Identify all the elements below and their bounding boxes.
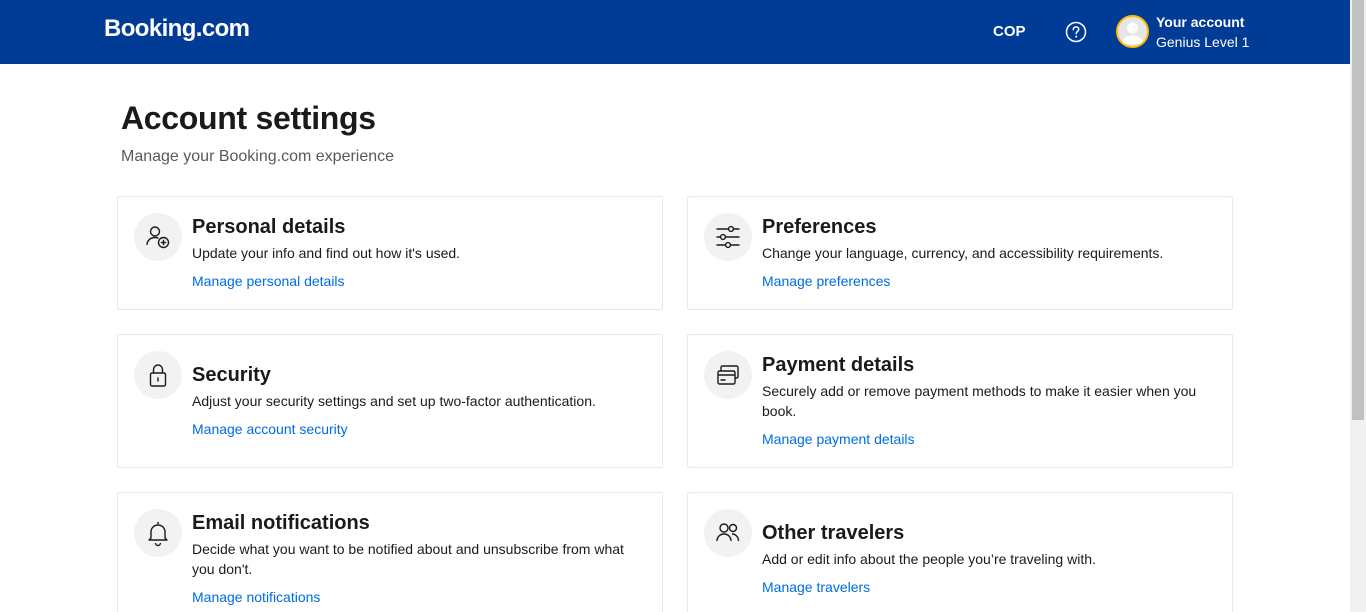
person-add-icon (134, 213, 182, 261)
card-description: Update your info and find out how it's u… (192, 245, 461, 261)
card-description: Adjust your security settings and set up… (192, 393, 596, 409)
card-title: Personal details (192, 216, 346, 238)
manage-travelers-link[interactable]: Manage travelers (762, 577, 870, 597)
card-title: Other travelers (762, 522, 905, 544)
card-description: Change your language, currency, and acce… (762, 245, 1164, 261)
account-menu[interactable]: Your account Genius Level 1 (1156, 14, 1249, 52)
manage-notifications-link[interactable]: Manage notifications (192, 587, 320, 607)
credit-card-icon (704, 351, 752, 399)
page-subtitle: Manage your Booking.com experience (121, 148, 395, 165)
manage-account-security-link[interactable]: Manage account security (192, 419, 348, 439)
card-title: Payment details (762, 354, 915, 376)
manage-personal-details-link[interactable]: Manage personal details (192, 271, 345, 291)
genius-level: Genius Level 1 (1156, 34, 1250, 50)
email-notifications-card: Email notifications Decide what you want… (117, 492, 663, 612)
currency-selector[interactable]: COP (993, 23, 1026, 40)
payment-details-card: Payment details Securely add or remove p… (687, 334, 1233, 468)
manage-preferences-link[interactable]: Manage preferences (762, 271, 890, 291)
card-title: Email notifications (192, 512, 370, 534)
manage-payment-details-link[interactable]: Manage payment details (762, 429, 915, 449)
card-title: Preferences (762, 216, 877, 238)
other-travelers-card: Other travelers Add or edit info about t… (687, 492, 1233, 612)
people-icon (704, 509, 752, 557)
security-card: Security Adjust your security settings a… (117, 334, 663, 468)
booking-logo[interactable]: Booking.com (104, 15, 250, 43)
scrollbar-thumb[interactable] (1352, 0, 1364, 420)
personal-details-card: Personal details Update your info and fi… (117, 196, 663, 310)
help-icon[interactable] (1065, 21, 1087, 43)
page-title: Account settings (121, 100, 376, 136)
sliders-icon (704, 213, 752, 261)
account-name: Your account (1156, 14, 1245, 30)
card-description: Securely add or remove payment methods t… (762, 383, 1197, 419)
bell-icon (134, 509, 182, 557)
card-description: Decide what you want to be notified abou… (192, 541, 624, 577)
avatar[interactable] (1116, 15, 1149, 48)
lock-icon (134, 351, 182, 399)
top-header: Booking.com COP Your account Genius Leve… (0, 0, 1350, 64)
preferences-card: Preferences Change your language, curren… (687, 196, 1233, 310)
card-title: Security (192, 364, 271, 386)
card-description: Add or edit info about the people you’re… (762, 551, 1096, 567)
page-scrollbar[interactable] (1350, 0, 1366, 612)
